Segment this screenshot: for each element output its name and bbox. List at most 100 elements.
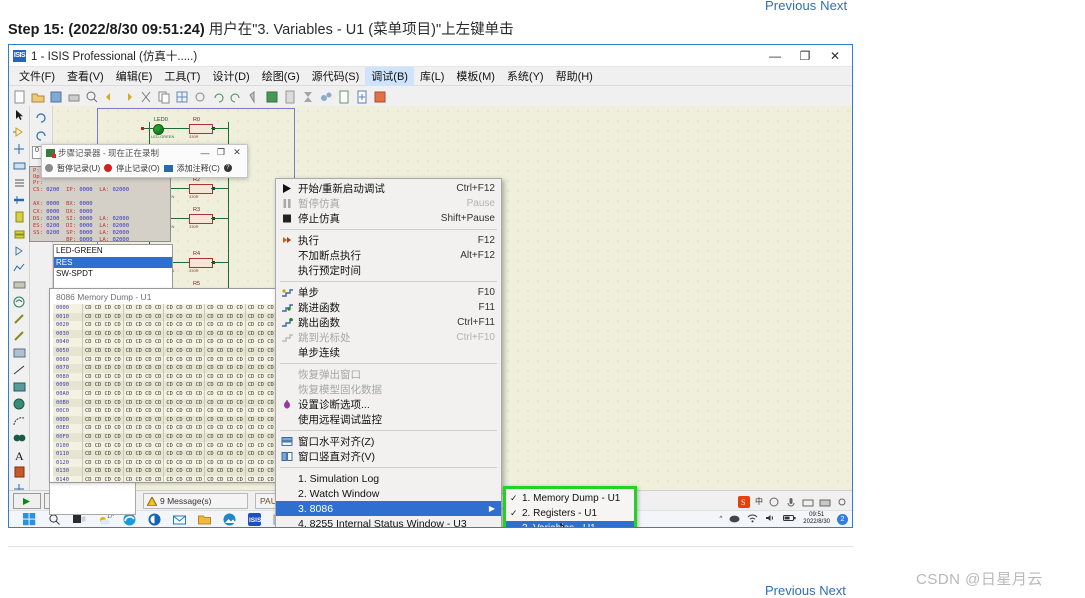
bus-icon[interactable] [12,193,27,207]
step-recorder-dialog[interactable]: 步骤记录器 - 现在正在录制 — ❐ ✕ 暂停记录(U) 停止记录(O) 添加注… [41,144,248,178]
debug-menu-item-3[interactable]: 执行 F12 [276,233,501,248]
debug-menu-item-15[interactable]: 窗口水平对齐(Z) [276,434,501,449]
ime-mode-label[interactable]: 中 [755,496,763,507]
netlist-icon[interactable] [264,89,280,105]
close-button[interactable]: ✕ [820,45,850,66]
debug-menu-item-2[interactable]: 停止仿真 Shift+Pause [276,211,501,226]
menubar-item-6[interactable]: 源代码(S) [306,66,366,86]
menubar-item-11[interactable]: 帮助(H) [550,66,599,86]
menubar-item-7[interactable]: 调试(B) [365,66,414,86]
component-list-item-2[interactable]: SW-SPDT [54,268,172,280]
play-button[interactable] [13,493,41,509]
sogou-ime-icon[interactable]: S [738,495,750,508]
debug-window-item-3[interactable]: 4. 8255 Internal Status Window - U3 [276,516,501,528]
maximize-button[interactable]: ❐ [790,45,820,66]
copy-icon[interactable] [156,89,172,105]
ime-toolbox-icon[interactable] [819,495,831,507]
menubar-item-2[interactable]: 编辑(E) [110,66,159,86]
taskbar-clock[interactable]: 09:51 2022/8/30 [803,512,830,526]
voltage-probe-icon[interactable] [12,312,27,326]
debug-menu-item-14[interactable]: 使用远程调试监控 [276,412,501,427]
minimize-button[interactable]: — [760,45,790,66]
isis-icon[interactable]: ISIS [248,512,262,526]
add-sheet-icon[interactable] [354,89,370,105]
save-icon[interactable] [48,89,64,105]
source-code-icon[interactable] [372,89,388,105]
component-mode-icon[interactable] [12,125,27,139]
pcb-icon[interactable] [318,89,334,105]
step-recorder-toolbar[interactable]: 暂停记录(U) 停止记录(O) 添加注释(C) ? [42,160,247,176]
zoom-icon[interactable] [84,89,100,105]
undo-icon[interactable] [102,89,118,105]
add-comment-icon[interactable] [163,164,173,172]
origin-icon[interactable] [192,89,208,105]
debug-window-item-2[interactable]: 3. 8086 ▶ [276,501,501,516]
mail-icon[interactable] [173,513,186,526]
add-comment-label[interactable]: 添加注释(C) [177,163,220,174]
open-file-icon[interactable] [30,89,46,105]
report-icon[interactable] [336,89,352,105]
recorder-maximize-button[interactable]: ❐ [213,145,229,160]
previous-link-top[interactable]: Previous Next [765,0,847,13]
volume-icon[interactable] [765,513,776,525]
menubar-item-5[interactable]: 绘图(G) [256,66,306,86]
pagination-bottom[interactable]: Previous Next [765,583,846,598]
status-tray[interactable]: S 中 [738,495,848,508]
wire-label-icon[interactable] [12,159,27,173]
new-file-icon[interactable] [12,89,28,105]
rotate-left-icon[interactable] [33,127,49,143]
cut-icon[interactable] [138,89,154,105]
debug-window-item-1[interactable]: 2. Watch Window [276,486,501,501]
menubar-item-0[interactable]: 文件(F) [13,66,61,86]
browser-icon[interactable] [148,513,161,526]
pause-record-icon[interactable] [45,164,53,172]
recorder-close-button[interactable]: ✕ [229,145,245,160]
debug-menu-item-6[interactable]: 单步 F10 [276,285,501,300]
explorer-icon[interactable] [198,513,211,526]
menubar-item-8[interactable]: 库(L) [414,66,450,86]
text-tool-icon[interactable]: A [12,448,27,463]
debug-menu-item-4[interactable]: 不加断点执行 Alt+F12 [276,248,501,263]
virtual-instrument-icon[interactable] [12,346,27,360]
ime-punctuation-icon[interactable] [768,495,780,507]
submenu-item-1[interactable]: ✓ 2. Registers - U1 [506,506,634,521]
recorder-minimize-button[interactable]: — [197,145,213,160]
debug-menu-item-13[interactable]: 设置诊断选项... [276,397,501,412]
print-icon[interactable] [66,89,82,105]
help-icon[interactable]: ? [223,164,232,172]
main-toolbar[interactable] [9,86,852,108]
grid-icon[interactable] [174,89,190,105]
terminal-icon[interactable] [12,227,27,241]
line-tool-icon[interactable] [12,363,27,377]
8086-window-submenu[interactable]: ✓ 1. Memory Dump - U1 ✓ 2. Registers - U1 3.… [503,486,637,527]
selection-mode-icon[interactable] [12,108,27,122]
previous-link-bottom[interactable]: Previous Next [765,583,846,598]
path-tool-icon[interactable] [12,431,27,445]
debug-menu-dropdown[interactable]: 开始/重新启动调试 Ctrl+F12 暂停仿真 Pause 停止仿真 Shift+Paus… [275,178,502,528]
debug-menu-item-16[interactable]: 窗口竖直对齐(V) [276,449,501,464]
generator-icon[interactable] [12,295,27,309]
symbol-tool-icon[interactable] [12,465,27,479]
pause-record-label[interactable]: 暂停记录(U) [57,163,100,174]
mirror-icon[interactable] [246,89,262,105]
erc-icon[interactable] [300,89,316,105]
tape-recorder-icon[interactable] [12,278,27,292]
text-script-icon[interactable] [12,176,27,190]
tray-expand-icon[interactable]: ^ [719,516,722,522]
stop-record-label[interactable]: 停止记录(O) [116,163,160,174]
bom-icon[interactable] [282,89,298,105]
menubar-item-1[interactable]: 查看(V) [61,66,110,86]
submenu-item-0[interactable]: ✓ 1. Memory Dump - U1 [506,491,634,506]
left-toolbar[interactable]: A [9,106,30,494]
debug-window-item-0[interactable]: 1. Simulation Log [276,471,501,486]
ime-keyboard-icon[interactable] [802,495,814,507]
component-list-item-1[interactable]: RES [54,256,172,268]
arc-tool-icon[interactable] [12,414,27,428]
microphone-icon[interactable] [785,495,797,507]
current-probe-icon[interactable] [12,329,27,343]
debug-menu-item-8[interactable]: 跳出函数 Ctrl+F11 [276,315,501,330]
graph-icon[interactable] [12,261,27,275]
system-tray[interactable]: ^ 09:51 2022/8/30 2 [719,512,848,526]
component-list-item-0[interactable]: LED-GREEN [54,245,172,257]
pagination-top[interactable]: Previous Next [765,0,847,13]
